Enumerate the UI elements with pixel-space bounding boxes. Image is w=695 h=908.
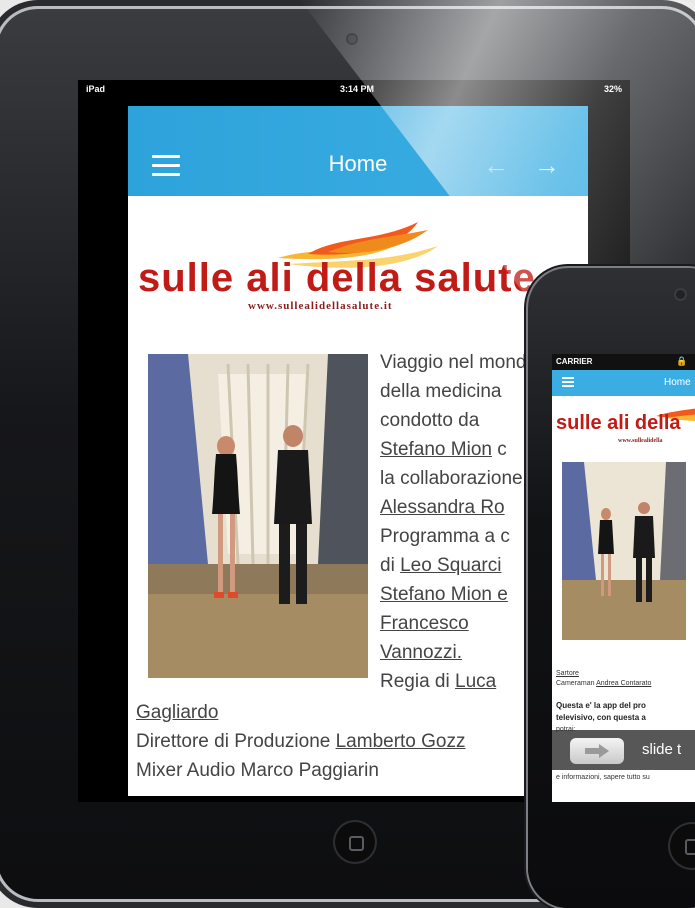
body-line: Vannozzi. — [380, 642, 462, 664]
body-line: Mixer Audio Marco Paggiarin — [136, 760, 379, 781]
ipad-camera — [348, 35, 356, 43]
hamburger-menu-icon[interactable] — [152, 155, 180, 176]
slide-handle[interactable] — [570, 738, 624, 764]
body-line: e informazioni, sapere tutto su — [556, 774, 650, 781]
iphone-status-bar: CARRIER 🔒 — [552, 354, 695, 370]
link-vannozzi[interactable]: Vannozzi. — [380, 642, 462, 663]
status-carrier: CARRIER — [556, 357, 593, 366]
body-line: Viaggio nel mondo — [380, 352, 538, 373]
link-luca[interactable]: Luca — [455, 671, 496, 692]
iphone-home-button[interactable] — [670, 824, 695, 868]
app-description: Questa e' la app del pro televisivo, con… — [556, 700, 646, 724]
status-battery: 32% — [603, 84, 622, 94]
link-francesco[interactable]: Francesco — [380, 613, 469, 634]
ipad-status-bar: iPad 3:14 PM 32% — [78, 80, 630, 98]
studio-photo — [148, 354, 368, 678]
arrow-right-icon[interactable]: → — [534, 150, 560, 181]
logo-url: www.sullealidella — [618, 438, 663, 444]
link-alessandra[interactable]: Alessandra Ro — [380, 497, 505, 518]
slide-to-unlock-bar: slide t — [552, 730, 695, 770]
status-time: 3:14 PM — [340, 84, 375, 94]
body-line: Programma a c — [380, 526, 510, 547]
ipad-app: Home ← → sulle ali della salute www.sull… — [128, 106, 588, 796]
home-square-icon — [349, 836, 364, 851]
body-line: Gagliardo — [136, 702, 218, 724]
logo-url: www.sullealidellasalute.it — [248, 300, 393, 312]
iphone-navbar: Home — [552, 370, 695, 396]
body-line: di Leo Squarci — [380, 555, 502, 576]
logo-text: sulle ali della salute — [138, 256, 536, 300]
link-stefano-mion[interactable]: Stefano Mion — [380, 439, 492, 460]
body-line: Stefano Mion e — [380, 584, 508, 606]
iphone-speaker — [628, 308, 688, 313]
body-line: Direttore di Produzione Lamberto Gozz — [136, 731, 466, 752]
link-gagliardo[interactable]: Gagliardo — [136, 702, 218, 723]
ipad-home-button[interactable] — [335, 822, 375, 862]
iphone-frame: CARRIER 🔒 Home sulle ali della www.sulle… — [528, 268, 695, 908]
body-line: la collaborazione — [380, 468, 523, 489]
link-sartore[interactable]: Sartore — [556, 670, 579, 677]
link-andrea-contarato[interactable]: Andrea Contarato — [596, 680, 651, 687]
arrow-left-icon[interactable]: ← — [483, 150, 509, 181]
body-line: della medicina — [380, 381, 502, 402]
description-line: Questa e' la app del pro — [556, 701, 646, 710]
arrow-right-icon — [585, 744, 609, 758]
body-line: Regia di Luca — [380, 671, 497, 692]
iphone-screen: CARRIER 🔒 Home sulle ali della www.sulle… — [552, 354, 695, 802]
link-stefano-mion-2[interactable]: Stefano Mion e — [380, 584, 508, 605]
link-lamberto[interactable]: Lamberto Gozz — [336, 731, 466, 752]
status-carrier: iPad — [86, 84, 106, 94]
page-title: Home — [328, 151, 388, 176]
studio-photo — [562, 462, 686, 640]
home-square-icon — [685, 839, 695, 855]
body-line: Cameraman Andrea Contarato — [556, 680, 652, 687]
hamburger-menu-icon[interactable] — [562, 377, 574, 387]
link-leo-squarci[interactable]: Leo Squarci — [400, 555, 501, 576]
body-line: Stefano Mion c — [380, 439, 507, 460]
page-title: Home — [664, 377, 691, 388]
body-line: condotto da — [380, 410, 480, 431]
body-line: Francesco — [380, 613, 469, 635]
description-line: televisivo, con questa a — [556, 713, 646, 722]
lock-icon: 🔒 — [676, 356, 688, 366]
slide-text: slide t — [642, 741, 682, 758]
navbar: Home ← → — [128, 106, 588, 196]
logo-text: sulle ali della — [556, 412, 681, 434]
iphone-camera — [676, 290, 685, 299]
body-line: Alessandra Ro — [380, 497, 505, 519]
